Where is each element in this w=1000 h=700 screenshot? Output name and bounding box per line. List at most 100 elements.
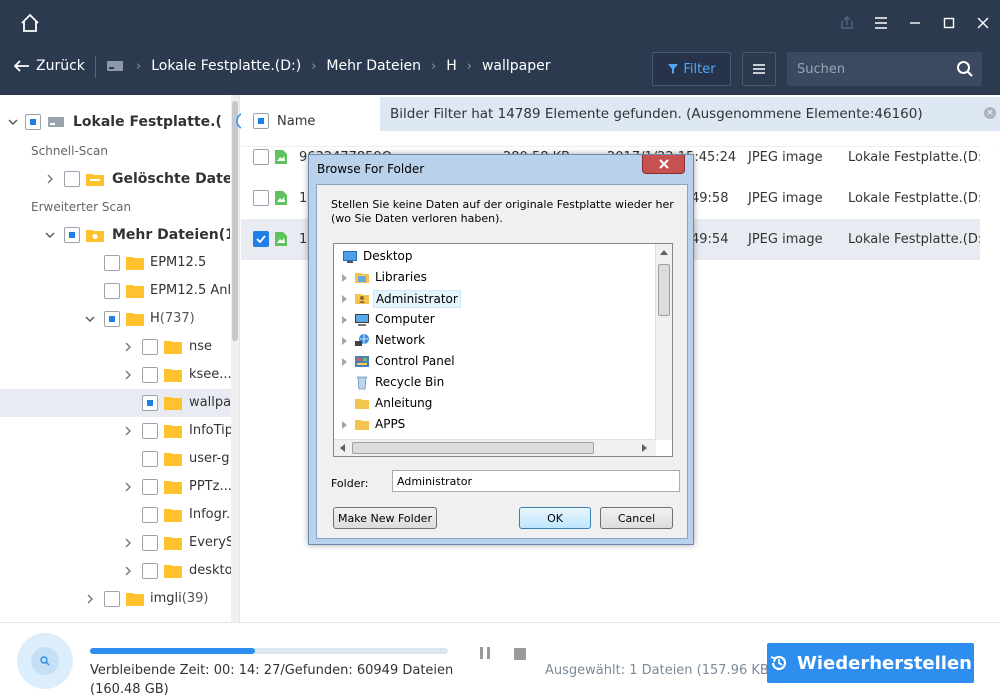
- expand-arrow-icon[interactable]: [342, 358, 347, 366]
- tree-item-imgli[interactable]: imgli(39): [0, 585, 232, 613]
- tree-item-deskto[interactable]: deskto.: [0, 557, 232, 585]
- tree-item-epm125-anle[interactable]: EPM12.5 Anle: [0, 277, 232, 305]
- checkbox[interactable]: [142, 367, 158, 383]
- chevron-down-icon[interactable]: [85, 314, 95, 324]
- tree-horizontal-scrollbar[interactable]: [334, 439, 656, 456]
- tree-item-administrator[interactable]: Administrator: [334, 288, 656, 309]
- checkbox[interactable]: [142, 395, 158, 411]
- scroll-right-icon[interactable]: [642, 444, 648, 452]
- checkbox[interactable]: [253, 149, 269, 165]
- chevron-right-icon[interactable]: [45, 174, 55, 184]
- select-all-checkbox[interactable]: [253, 113, 269, 129]
- chevron-down-icon[interactable]: [45, 230, 55, 240]
- tree-item-user-g[interactable]: user-g.: [0, 445, 232, 473]
- chevron-right-icon[interactable]: [123, 566, 133, 576]
- tree-item-label: Recycle Bin: [375, 375, 445, 389]
- checkbox[interactable]: [142, 535, 158, 551]
- chevron-right-icon[interactable]: [123, 482, 133, 492]
- breadcrumb-item-drive[interactable]: Lokale Festplatte.(D:): [151, 58, 301, 74]
- expand-arrow-icon[interactable]: [342, 337, 347, 345]
- back-button[interactable]: Zurück: [14, 58, 85, 74]
- tree-item-anleitung[interactable]: Anleitung: [334, 393, 656, 414]
- tree-item-drive[interactable]: Lokale Festplatte.(D:): [0, 108, 232, 136]
- sidebar-scrollbar[interactable]: [231, 95, 239, 622]
- checkbox[interactable]: [142, 339, 158, 355]
- make-new-folder-button[interactable]: Make New Folder: [333, 507, 437, 529]
- scrollbar-thumb[interactable]: [658, 264, 670, 316]
- minimize-icon[interactable]: [898, 10, 932, 36]
- tree-item-infogr[interactable]: Infogr...: [0, 501, 232, 529]
- view-menu-button[interactable]: [742, 52, 776, 86]
- tree-item-deleted-files[interactable]: Gelöschte Dateie.: [0, 165, 232, 193]
- restore-button[interactable]: Wiederherstellen: [767, 643, 974, 683]
- checkbox[interactable]: [142, 479, 158, 495]
- export-icon[interactable]: [830, 10, 864, 36]
- checkbox[interactable]: [253, 190, 269, 206]
- chevron-right-icon[interactable]: [123, 426, 133, 436]
- checkbox[interactable]: [64, 171, 80, 187]
- chevron-right-icon[interactable]: [85, 594, 95, 604]
- checkbox[interactable]: [64, 227, 80, 243]
- breadcrumb-item-h[interactable]: H: [446, 58, 457, 74]
- search-icon[interactable]: [956, 60, 974, 78]
- menu-icon[interactable]: [864, 10, 898, 36]
- breadcrumb-item-wallpaper[interactable]: wallpaper: [482, 58, 551, 74]
- ok-button[interactable]: OK: [519, 507, 591, 529]
- expand-arrow-icon[interactable]: [342, 316, 347, 324]
- tree-item-desktop[interactable]: Desktop: [334, 246, 656, 267]
- tree-item-h[interactable]: H(737): [0, 305, 232, 333]
- checkbox[interactable]: [104, 255, 120, 271]
- checkbox[interactable]: [104, 311, 120, 327]
- tree-item-libraries[interactable]: Libraries: [334, 267, 656, 288]
- stop-icon[interactable]: [514, 648, 526, 660]
- checkbox[interactable]: [142, 423, 158, 439]
- maximize-icon[interactable]: [932, 10, 966, 36]
- cancel-button[interactable]: Cancel: [600, 507, 673, 529]
- chevron-down-icon[interactable]: [8, 117, 18, 127]
- dialog-close-button[interactable]: [642, 155, 685, 174]
- expand-arrow-icon[interactable]: [342, 274, 347, 282]
- tree-item-pptz[interactable]: PPTz...: [0, 473, 232, 501]
- checkbox[interactable]: [142, 451, 158, 467]
- tree-item-everys[interactable]: EveryS.: [0, 529, 232, 557]
- tree-item-ksee[interactable]: ksee...: [0, 361, 232, 389]
- chevron-right-icon[interactable]: [123, 370, 133, 380]
- tree-item-network[interactable]: Network: [334, 330, 656, 351]
- tree-item-more-files[interactable]: Mehr Dateien(13...: [0, 221, 232, 249]
- breadcrumb-item-more-files[interactable]: Mehr Dateien: [326, 58, 421, 74]
- tree-item-infotip[interactable]: InfoTip: [0, 417, 232, 445]
- checkbox[interactable]: [104, 591, 120, 607]
- tree-vertical-scrollbar[interactable]: [655, 244, 672, 440]
- expand-arrow-icon[interactable]: [342, 421, 347, 429]
- tree-item-nse[interactable]: nse: [0, 333, 232, 361]
- filter-button[interactable]: Filter: [652, 52, 731, 86]
- tree-label: deskto.: [189, 563, 231, 578]
- column-name[interactable]: Name: [277, 114, 315, 129]
- checkbox[interactable]: [104, 283, 120, 299]
- home-icon[interactable]: [19, 12, 41, 34]
- chevron-right-icon[interactable]: [123, 342, 133, 352]
- tree-item-wallpaper[interactable]: wallpa: [0, 389, 232, 417]
- tree-item-epm125[interactable]: EPM12.5: [0, 249, 232, 277]
- chevron-right-icon[interactable]: [123, 538, 133, 548]
- scroll-up-icon[interactable]: [660, 249, 668, 255]
- checkbox[interactable]: [142, 563, 158, 579]
- search-input[interactable]: [797, 52, 947, 86]
- tree-item-apps[interactable]: APPS: [334, 414, 656, 435]
- scroll-left-icon[interactable]: [339, 444, 345, 452]
- close-icon[interactable]: ×: [984, 107, 996, 119]
- expand-arrow-icon[interactable]: [342, 295, 347, 303]
- checkbox[interactable]: [25, 114, 41, 130]
- checkbox[interactable]: [142, 507, 158, 523]
- tree-item-computer[interactable]: Computer: [334, 309, 656, 330]
- file-list-scrollbar[interactable]: [980, 140, 998, 622]
- file-path: Lokale Festplatte.(D:...: [848, 232, 980, 247]
- folder-input[interactable]: [392, 470, 680, 492]
- tree-item-recycle-bin[interactable]: Recycle Bin: [334, 372, 656, 393]
- scrollbar-thumb[interactable]: [352, 442, 594, 454]
- tree-item-control-panel[interactable]: Control Panel: [334, 351, 656, 372]
- scrollbar-thumb[interactable]: [232, 101, 238, 341]
- pause-icon[interactable]: [478, 646, 492, 660]
- close-icon[interactable]: [966, 10, 1000, 36]
- checkbox[interactable]: [253, 231, 269, 247]
